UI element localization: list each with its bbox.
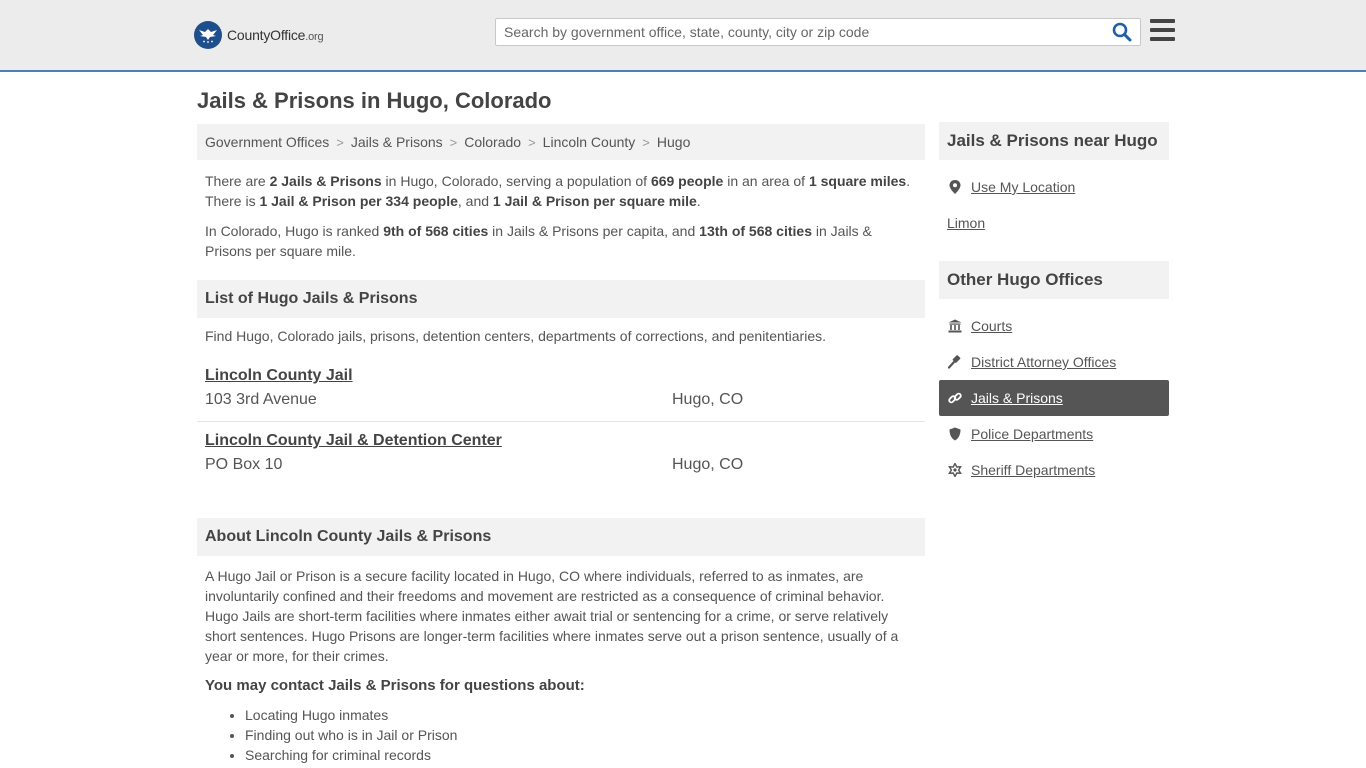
- sidebar-item-label: Jails & Prisons: [971, 390, 1063, 406]
- list-description: Find Hugo, Colorado jails, prisons, dete…: [205, 328, 827, 344]
- listing-address: PO Box 10: [205, 456, 283, 473]
- listing-item: Lincoln County Jail & Detention Center P…: [205, 432, 925, 473]
- use-my-location-link[interactable]: Use My Location: [939, 169, 1169, 205]
- nearby-heading: Jails & Prisons near Hugo: [939, 122, 1169, 160]
- intro-paragraph-rank: In Colorado, Hugo is ranked 9th of 568 c…: [205, 223, 872, 259]
- sidebar-item-label: Sheriff Departments: [971, 462, 1096, 478]
- listing-name-link[interactable]: Lincoln County Jail & Detention Center: [205, 432, 502, 449]
- eagle-logo-icon: [194, 21, 222, 49]
- listing-address: 103 3rd Avenue: [205, 391, 317, 408]
- sidebar-item-label: District Attorney Offices: [971, 354, 1117, 370]
- listing-city: Hugo, CO: [672, 456, 744, 473]
- search-icon[interactable]: [1112, 22, 1134, 42]
- sidebar-item-label: Police Departments: [971, 426, 1094, 442]
- listing-divider: [197, 421, 925, 422]
- use-my-location-label: Use My Location: [971, 179, 1076, 195]
- gavel-icon: [948, 355, 962, 369]
- list-item: Locating Hugo inmates: [245, 705, 457, 725]
- chevron-right-icon: >: [642, 134, 650, 150]
- sidebar-item-jails-prisons[interactable]: Jails & Prisons: [939, 380, 1169, 416]
- breadcrumb-item-jails-prisons[interactable]: Jails & Prisons: [351, 134, 443, 150]
- breadcrumb-item-hugo[interactable]: Hugo: [657, 134, 690, 150]
- list-item: Finding out who is in Jail or Prison: [245, 725, 457, 745]
- breadcrumb-item-lincoln-county[interactable]: Lincoln County: [543, 134, 636, 150]
- about-text: A Hugo Jail or Prison is a secure facili…: [205, 568, 899, 664]
- list-section-heading: List of Hugo Jails & Prisons: [197, 280, 925, 318]
- sidebar-item-district-attorney[interactable]: District Attorney Offices: [939, 344, 1169, 380]
- sidebar-item-courts[interactable]: Courts: [939, 308, 1169, 344]
- link-icon: [948, 391, 962, 405]
- chevron-right-icon: >: [449, 134, 458, 150]
- sidebar-item-police[interactable]: Police Departments: [939, 416, 1169, 452]
- sidebar-item-label: Courts: [971, 318, 1013, 334]
- page-title: Jails & Prisons in Hugo, Colorado: [197, 88, 552, 113]
- sidebar-item-sheriff[interactable]: Sheriff Departments: [939, 452, 1169, 488]
- search-box: [495, 18, 1141, 46]
- other-offices-heading: Other Hugo Offices: [939, 261, 1169, 299]
- search-input[interactable]: [496, 19, 1106, 45]
- chevron-right-icon: >: [528, 134, 536, 150]
- courthouse-icon: [948, 319, 962, 333]
- contact-heading: You may contact Jails & Prisons for ques…: [205, 677, 585, 694]
- top-header: CountyOffice.org: [0, 0, 1366, 72]
- about-section-heading: About Lincoln County Jails & Prisons: [197, 518, 925, 556]
- listing-item: Lincoln County Jail 103 3rd Avenue Hugo,…: [205, 367, 925, 408]
- hamburger-menu-icon[interactable]: [1150, 19, 1175, 41]
- logo-text: CountyOffice.org: [227, 27, 324, 43]
- intro-paragraph-count: There are 2 Jails & Prisons in Hugo, Col…: [205, 173, 911, 209]
- star-badge-icon: [948, 463, 962, 477]
- contact-list: Locating Hugo inmates Finding out who is…: [245, 705, 457, 765]
- breadcrumb-item-government-offices[interactable]: Government Offices: [205, 134, 329, 150]
- list-item: Searching for criminal records: [245, 745, 457, 765]
- site-logo[interactable]: CountyOffice.org: [194, 21, 324, 49]
- breadcrumb: Government Offices > Jails & Prisons > C…: [197, 124, 925, 160]
- listing-city: Hugo, CO: [672, 391, 744, 408]
- map-pin-icon: [948, 180, 962, 194]
- breadcrumb-item-colorado[interactable]: Colorado: [464, 134, 521, 150]
- chevron-right-icon: >: [336, 134, 344, 150]
- listing-name-link[interactable]: Lincoln County Jail: [205, 367, 353, 384]
- intro-stats: There are 2 Jails & Prisons in Hugo, Col…: [205, 171, 921, 271]
- shield-icon: [948, 427, 962, 441]
- nearby-city-link[interactable]: Limon: [947, 215, 985, 231]
